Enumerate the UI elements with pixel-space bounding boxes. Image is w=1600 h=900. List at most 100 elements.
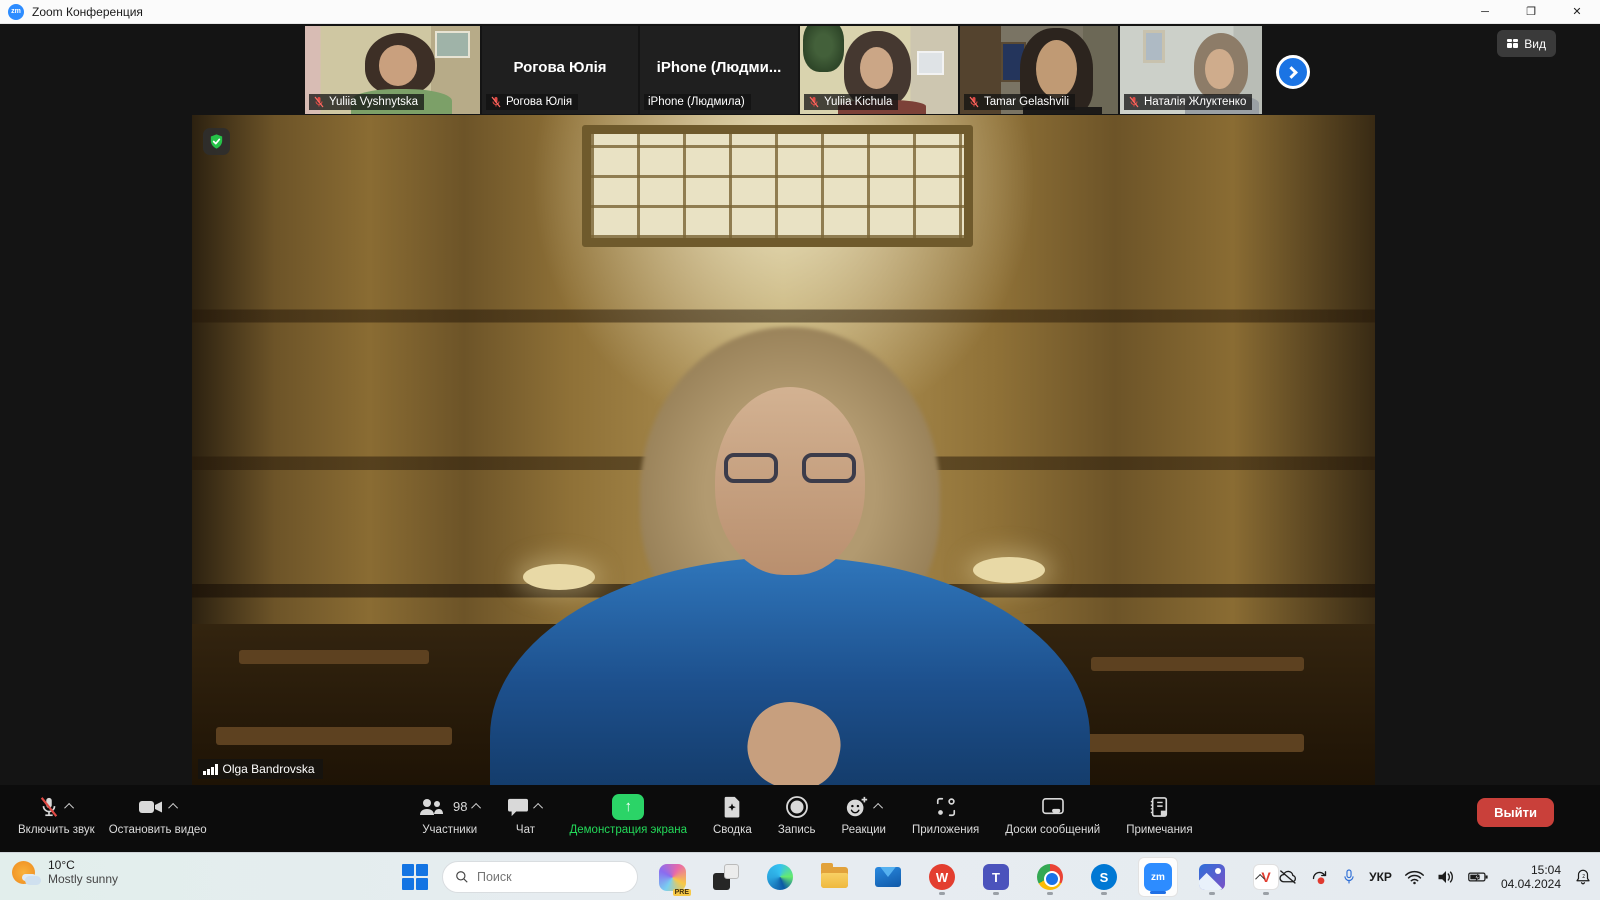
participant-tile-nataliya-zhluktenko[interactable]: Наталія Жлуктенко [1120,26,1262,114]
participant-name-label: Рогова Юлія [486,94,578,110]
apps-icon [935,796,957,818]
language-indicator[interactable]: УКР [1369,870,1392,884]
microphone-muted-icon [38,795,60,819]
participant-tile-rogova-yuliya[interactable]: Рогова Юлія Рогова Юлія [482,26,638,114]
battery-charging-icon[interactable] [1468,871,1488,883]
muted-mic-icon [808,96,820,108]
camera-icon [138,797,164,817]
speaker-glasses [724,453,856,485]
reactions-smiley-icon [845,795,869,819]
zoom-app-icon: zm [8,4,24,20]
chrome-icon[interactable] [1030,857,1070,897]
screen-record-sync-icon[interactable] [1310,868,1329,886]
reactions-button[interactable]: Реакции [842,790,886,836]
window-title: Zoom Конференция [32,5,143,19]
edge-icon[interactable] [760,857,800,897]
meeting-toolbar: Включить звук Остановить видео 98 [0,785,1600,852]
participant-name-label: Yuliia Kichula [804,94,898,110]
minimize-button[interactable]: ─ [1462,0,1508,24]
participant-name-label: iPhone (Людмила) [644,94,751,110]
leave-meeting-button[interactable]: Выйти [1477,798,1554,827]
clock[interactable]: 15:04 04.04.2024 [1501,863,1561,891]
participants-button[interactable]: 98 Участники [418,790,481,836]
windows-taskbar: 10°C Mostly sunny PRE W T S zm V [0,852,1600,900]
close-button[interactable]: ✕ [1554,0,1600,24]
photos-icon[interactable] [1192,857,1232,897]
volume-icon[interactable] [1437,869,1455,885]
library-skylight [582,125,972,247]
chevron-up-icon[interactable] [873,803,883,813]
notes-icon [1149,796,1169,818]
whiteboards-button[interactable]: Доски сообщений [1005,790,1100,836]
security-shield-icon[interactable] [203,128,230,155]
apps-button[interactable]: Приложения [912,790,979,836]
main-speaker-video: Olga Bandrovska [192,115,1375,785]
participants-icon [418,797,444,817]
taskbar-search[interactable] [442,861,638,893]
notifications-dnd-bell-icon[interactable]: z [1574,868,1592,886]
svg-text:z: z [1582,874,1585,880]
skype-icon[interactable]: S [1084,857,1124,897]
participant-tile-yuliia-vyshnytska[interactable]: Yuliia Vyshnytska [305,26,480,114]
speaker-name-label: Olga Bandrovska [198,759,323,779]
muted-mic-icon [490,96,502,108]
connection-signal-icon [203,764,218,775]
chat-icon [507,797,529,817]
participant-name-label: Yuliia Vyshnytska [309,94,424,110]
participant-display-name: Рогова Юлія [482,59,638,76]
summary-icon [722,796,742,818]
tray-date: 04.04.2024 [1501,877,1561,891]
task-view-icon[interactable] [706,857,746,897]
participant-tile-tamar-gelashvili[interactable]: Tamar Gelashvili [960,26,1118,114]
meeting-area: Yuliia Vyshnytska Рогова Юлія Рогова Юлі… [0,24,1600,852]
chevron-up-icon[interactable] [168,803,178,813]
search-icon [455,870,469,884]
weather-description: Mostly sunny [48,872,118,886]
zoom-meeting-window: zm Zoom Конференция ─ ❐ ✕ Yuliia Vyshnyt… [0,0,1600,900]
weather-temperature: 10°C [48,858,118,872]
file-explorer-icon[interactable] [814,857,854,897]
copilot-icon[interactable]: PRE [652,857,692,897]
muted-mic-icon [968,96,980,108]
participant-tile-yuliia-kichula[interactable]: Yuliia Kichula [800,26,958,114]
tray-time: 15:04 [1501,863,1561,877]
start-button[interactable] [402,864,428,890]
view-grid-icon [1507,39,1518,48]
share-screen-icon: ↑ [612,794,644,820]
restore-button[interactable]: ❐ [1508,0,1554,24]
search-input[interactable] [477,870,607,884]
title-bar: zm Zoom Конференция ─ ❐ ✕ [0,0,1600,24]
record-icon [785,795,809,819]
chevron-up-icon[interactable] [472,803,482,813]
summary-button[interactable]: Сводка [713,790,752,836]
wps-writer-icon[interactable]: W [922,857,962,897]
whiteboard-icon [1041,797,1065,817]
weather-widget[interactable]: 10°C Mostly sunny [12,858,118,886]
muted-mic-icon [313,96,325,108]
weather-icon [12,859,39,886]
participant-display-name: iPhone (Людми... [640,59,798,76]
library-lamp [973,557,1045,583]
muted-mic-icon [1128,96,1140,108]
wifi-icon[interactable] [1405,870,1424,885]
chat-button[interactable]: Чат [507,790,543,836]
participant-name-label: Наталія Жлуктенко [1124,94,1252,110]
teams-icon[interactable]: T [976,857,1016,897]
chevron-up-icon[interactable] [64,803,74,813]
next-participants-page-button[interactable] [1276,55,1310,89]
participant-name-label: Tamar Gelashvili [964,94,1075,110]
chevron-up-icon[interactable] [534,803,544,813]
notes-button[interactable]: Примечания [1126,790,1192,836]
view-button[interactable]: Вид [1497,30,1556,57]
stop-video-button[interactable]: Остановить видео [109,790,207,836]
microphone-in-use-icon[interactable] [1342,868,1356,886]
share-screen-button[interactable]: ↑ Демонстрация экрана [569,790,687,836]
participant-tile-iphone-lyudmila[interactable]: iPhone (Людми... iPhone (Людмила) [640,26,798,114]
zoom-taskbar-icon[interactable]: zm [1138,857,1178,897]
onedrive-offline-icon[interactable] [1278,869,1297,885]
mail-icon[interactable] [868,857,908,897]
library-lamp [523,564,595,590]
record-button[interactable]: Запись [778,790,816,836]
chevron-right-icon [1285,66,1298,79]
unmute-button[interactable]: Включить звук [18,790,95,836]
